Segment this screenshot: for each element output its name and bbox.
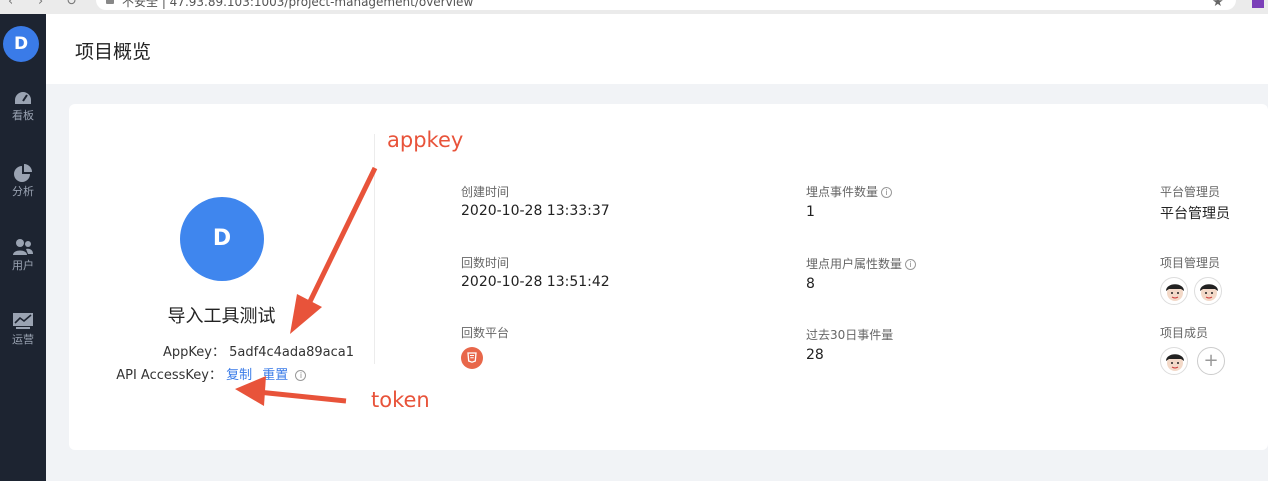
appkey-annotation: appkey	[387, 128, 464, 152]
annotation-arrows	[235, 166, 378, 406]
token-annotation: token	[371, 388, 430, 412]
